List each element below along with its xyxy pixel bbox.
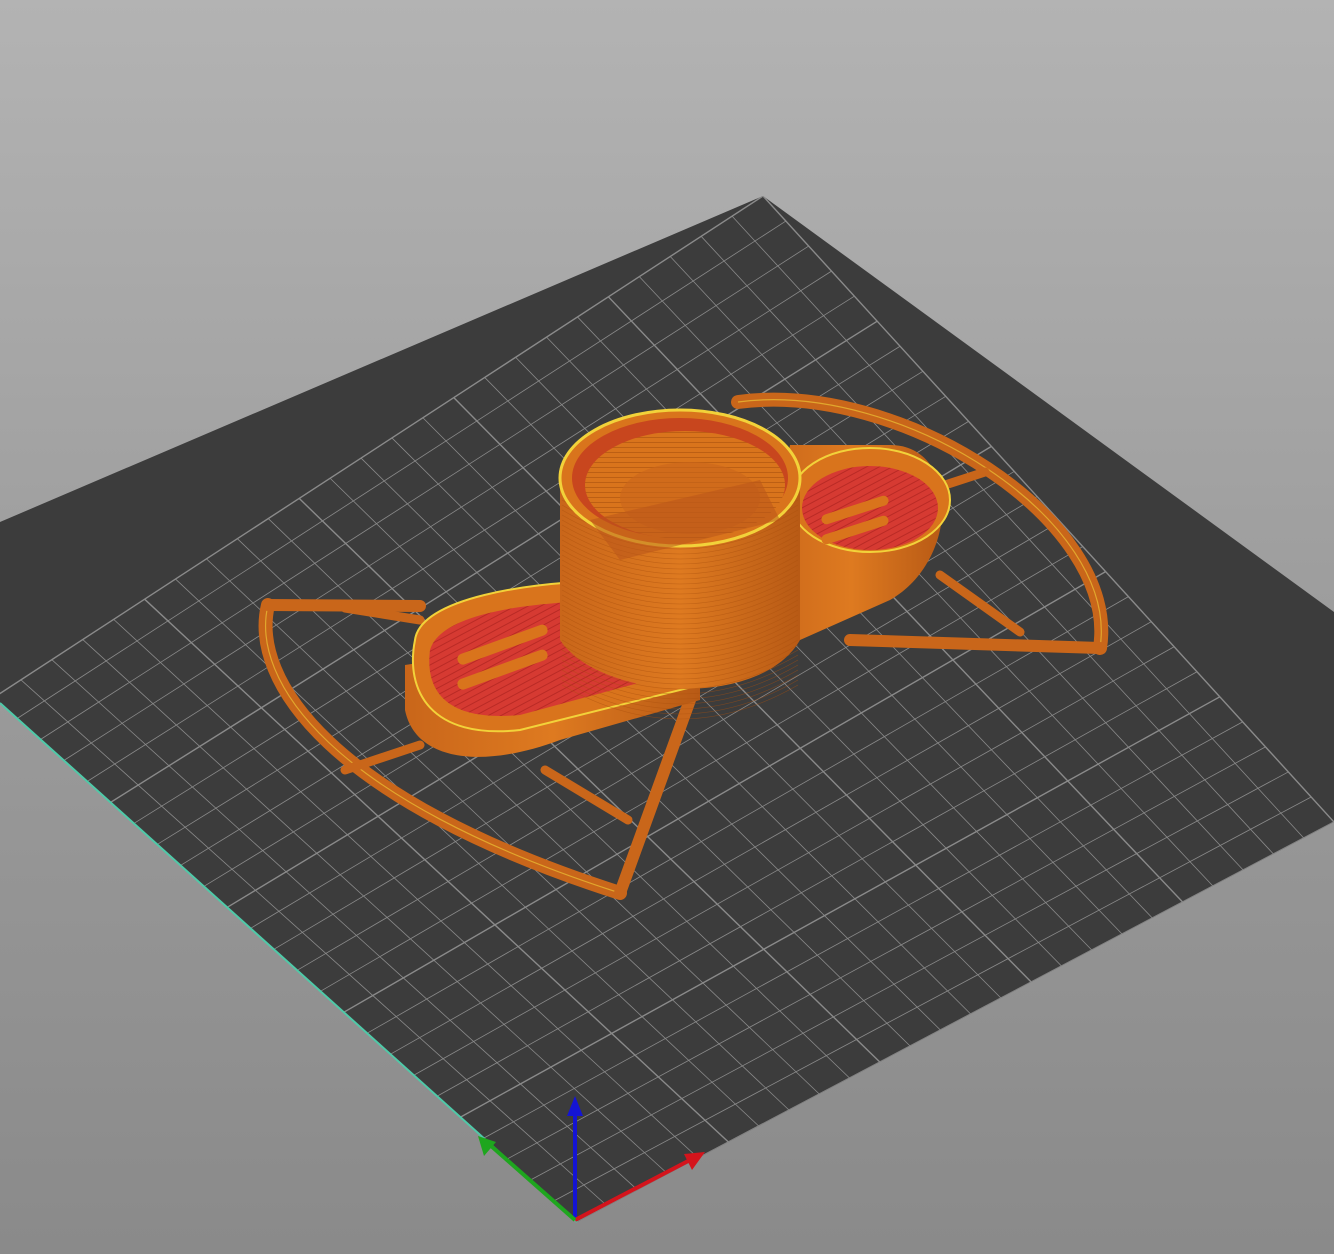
scene-canvas[interactable] [0,0,1334,1254]
3d-viewport[interactable] [0,0,1334,1254]
right-frame-strut-bottom [844,634,1106,654]
